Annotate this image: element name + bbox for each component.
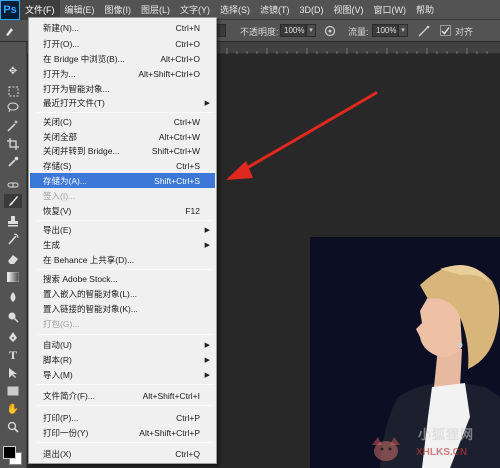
watermark-subtext: XHLKS.CN bbox=[416, 447, 468, 458]
foreground-color-swatch[interactable] bbox=[3, 446, 16, 459]
annotation-arrow bbox=[226, 91, 378, 180]
watermark-text: 小狐狸网 bbox=[418, 427, 475, 442]
